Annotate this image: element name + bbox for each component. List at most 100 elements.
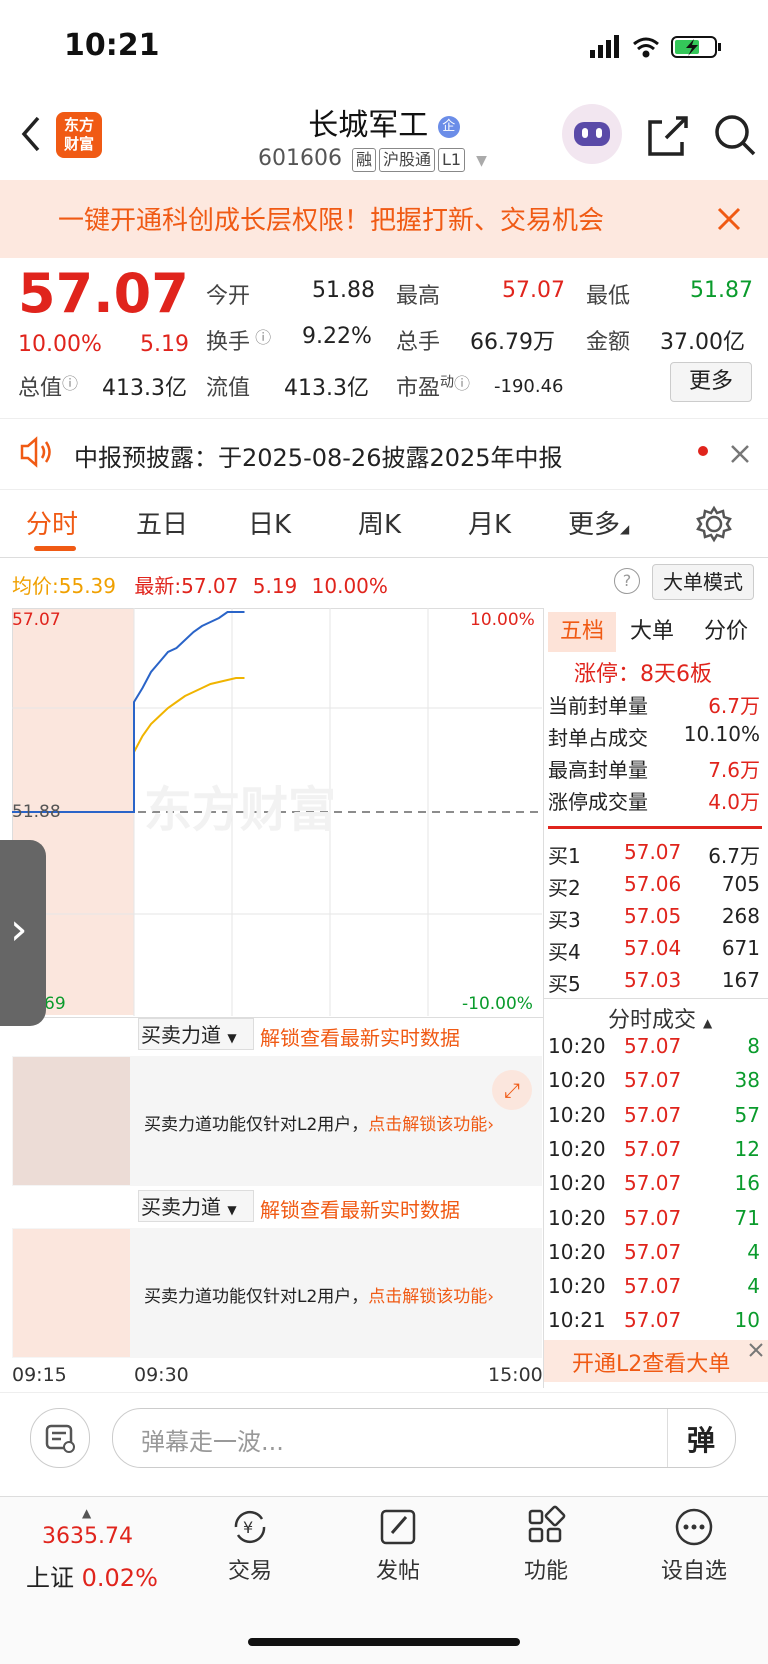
ticks-title[interactable]: 分时成交 ▲ — [608, 1002, 712, 1034]
chevron-down-icon: ◢ — [620, 522, 630, 536]
bid-volume: 167 — [721, 968, 760, 992]
seal-label: 当前封单量 — [548, 694, 648, 718]
tick-price: 57.07 — [624, 1308, 682, 1333]
divider — [544, 998, 768, 999]
chart-info-line: 均价:55.39 最新:57.07 5.19 10.00% — [12, 574, 388, 598]
tick-row: 10:20 57.07 8 — [548, 1034, 760, 1064]
help-icon[interactable]: ? — [614, 568, 640, 594]
tab-price-dist[interactable]: 分价 — [704, 612, 748, 652]
info-icon[interactable]: ⓘ — [62, 374, 78, 393]
seal-value: 10.10% — [683, 722, 760, 746]
tab-daily-k[interactable]: 日K — [248, 504, 291, 541]
tick-volume: 71 — [734, 1205, 760, 1230]
unlock-link[interactable]: 解锁查看最新实时数据 — [260, 1194, 460, 1223]
nav-trade[interactable]: ¥ 交易 — [200, 1505, 300, 1585]
tick-time: 10:20 — [548, 1034, 606, 1058]
stock-code-row[interactable]: 601606 融沪股通 L1 ▼ — [258, 146, 487, 172]
expand-icon[interactable]: ⤢ — [492, 1070, 532, 1110]
last-price: 57.07 — [18, 262, 189, 325]
price-change: 5.19 — [140, 332, 189, 357]
tick-time: 10:20 — [548, 1136, 606, 1161]
tick-price: 57.07 — [624, 1205, 682, 1230]
nav-add-watchlist[interactable]: 设自选 — [644, 1505, 744, 1585]
bid-row: 买1 57.07 6.7万 — [548, 840, 760, 870]
low-value: 51.87 — [690, 278, 753, 303]
close-icon[interactable] — [748, 1342, 764, 1358]
seal-value: 4.0万 — [708, 790, 760, 814]
edit-icon — [348, 1505, 448, 1549]
bid-price: 57.03 — [624, 968, 682, 992]
bid-label: 买5 — [548, 972, 581, 996]
unlock-link[interactable]: 解锁查看最新实时数据 — [260, 1022, 460, 1051]
nav-functions[interactable]: 功能 — [496, 1505, 596, 1585]
tick-row: 10:20 57.07 12 — [548, 1137, 760, 1167]
nav-post[interactable]: 发帖 — [348, 1505, 448, 1585]
tick-time: 10:20 — [548, 1068, 606, 1093]
tab-intraday[interactable]: 分时 — [26, 504, 78, 541]
unlock-feature-link[interactable]: 点击解锁该功能 — [368, 1115, 487, 1135]
robot-assistant-icon[interactable] — [562, 104, 622, 164]
time-label-0930: 09:30 — [134, 1364, 189, 1386]
tab-five-day[interactable]: 五日 — [136, 504, 188, 541]
tick-price: 57.07 — [624, 1068, 682, 1093]
l2-promo-text[interactable]: 开通L2查看大单 — [572, 1346, 730, 1378]
tick-time: 10:20 — [548, 1171, 606, 1196]
index-value[interactable]: 3635.74 — [42, 1524, 133, 1549]
tick-row: 10:20 57.07 38 — [548, 1068, 760, 1098]
open-label: 今开 — [206, 284, 251, 309]
watermark: 东方财富 — [144, 782, 337, 838]
danmu-list-icon[interactable] — [30, 1408, 90, 1468]
index-row[interactable]: 上证 0.02% — [26, 1558, 158, 1593]
power-dropdown[interactable]: 买卖力道 ▼ — [138, 1018, 254, 1050]
tab-level5[interactable]: 五档 — [548, 612, 616, 652]
chevron-down-icon: ▼ — [476, 153, 487, 169]
power-panel-message: 买卖力道功能仅针对L2用户，点击解锁该功能› — [144, 1115, 495, 1135]
danmu-toggle-button[interactable]: 弹 — [687, 1419, 715, 1459]
more-button[interactable]: 更多 — [670, 362, 752, 402]
time-label-close: 15:00 — [488, 1364, 543, 1386]
seal-row: 当前封单量 6.7万 — [548, 690, 760, 720]
bid-price: 57.04 — [624, 936, 682, 960]
bid-price: 57.05 — [624, 904, 682, 928]
bid-label: 买1 — [548, 844, 581, 868]
amount-value: 37.00亿 — [660, 330, 745, 355]
tab-monthly-k[interactable]: 月K — [468, 504, 511, 541]
power-dropdown[interactable]: 买卖力道 ▼ — [138, 1190, 254, 1222]
limit-up-title: 涨停：8天6板 — [574, 662, 712, 687]
notice-text[interactable]: 中报预披露：于2025-08-26披露2025年中报 — [74, 438, 563, 473]
tab-big-orders[interactable]: 大单 — [630, 612, 674, 652]
close-icon[interactable] — [730, 444, 750, 464]
bid-volume: 671 — [721, 936, 760, 960]
tick-row: 10:20 57.07 16 — [548, 1171, 760, 1201]
open-value: 51.88 — [312, 278, 375, 303]
info-icon[interactable]: ⓘ — [454, 374, 470, 393]
caret-up-icon: ▲ — [82, 1506, 92, 1520]
bid-row: 买5 57.03 167 — [548, 968, 760, 998]
settings-gear-icon[interactable] — [694, 504, 734, 544]
danmu-input[interactable]: 弹幕走一波... 弹 — [112, 1408, 736, 1468]
tick-row: 10:21 57.07 10 — [548, 1308, 760, 1338]
bid-row: 买4 57.04 671 — [548, 936, 760, 966]
tick-time: 10:21 — [548, 1308, 606, 1333]
tab-weekly-k[interactable]: 周K — [358, 504, 401, 541]
tab-active-indicator — [34, 546, 76, 551]
big-order-mode-button[interactable]: 大单模式 — [652, 564, 754, 600]
unlock-feature-link[interactable]: 点击解锁该功能 — [368, 1287, 487, 1307]
bid-volume: 268 — [721, 904, 760, 928]
search-icon[interactable] — [712, 112, 758, 158]
mktcap-label: 总值ⓘ — [18, 374, 79, 401]
tab-more[interactable]: 更多◢ — [568, 504, 629, 541]
float-value: 413.3亿 — [284, 376, 369, 401]
tick-price: 57.07 — [624, 1102, 682, 1127]
tick-volume: 38 — [734, 1068, 760, 1093]
unread-dot — [698, 446, 708, 456]
tick-time: 10:20 — [548, 1239, 606, 1264]
float-label: 流值 — [206, 376, 251, 401]
trade-icon: ¥ — [200, 1505, 300, 1549]
info-icon[interactable]: ⓘ — [250, 328, 271, 347]
side-drawer-handle[interactable]: › — [0, 840, 46, 1026]
close-icon[interactable] — [716, 206, 742, 232]
axis-top-price: 57.07 — [12, 610, 61, 630]
share-icon[interactable] — [646, 114, 690, 158]
promo-banner-text[interactable]: 一键开通科创成长层权限！把握打新、交易机会 — [58, 200, 604, 237]
